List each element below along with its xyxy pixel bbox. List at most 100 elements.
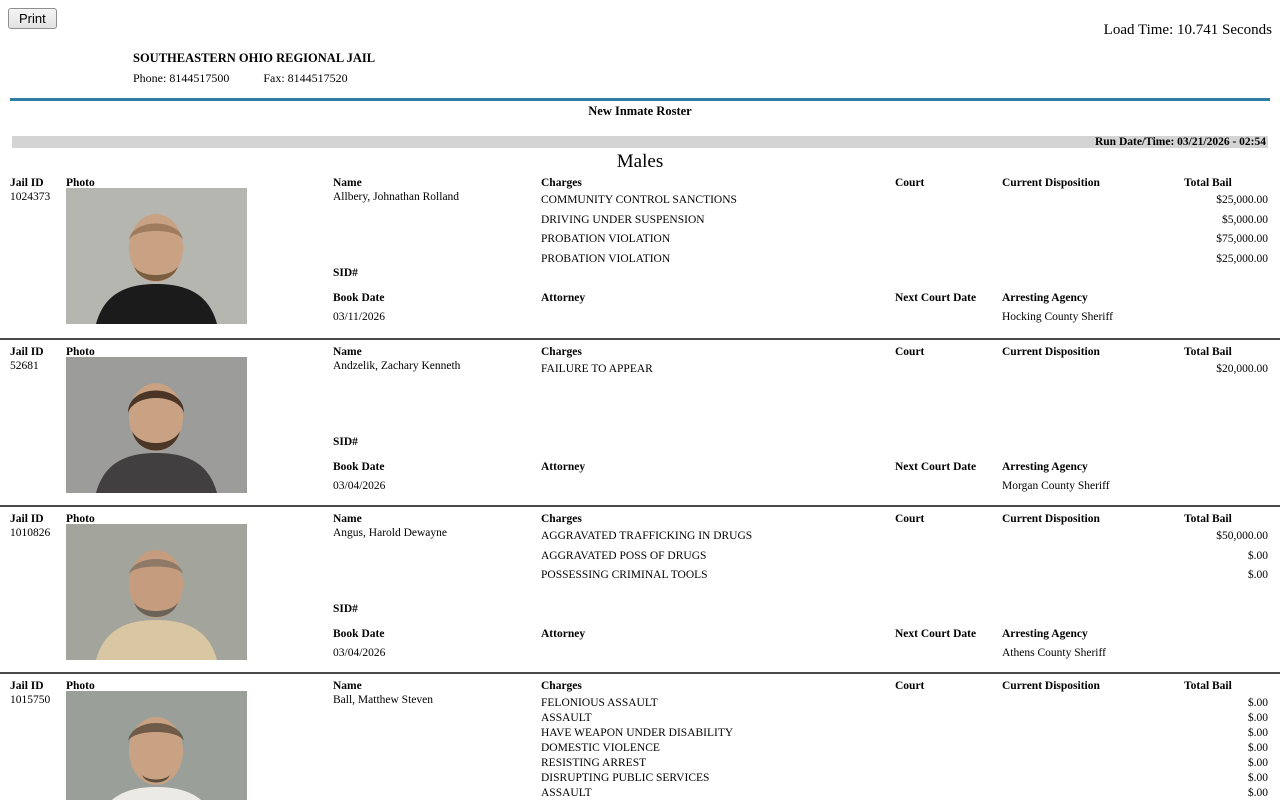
inmate-roster-page: Print Load Time: 10.741 Seconds SOUTHEAS… [0,0,1280,800]
inmate-name: Allbery, Johnathan Rolland [333,191,459,203]
charges-list: FAILURE TO APPEAR $20,000.00 [541,363,1268,383]
charge-bail: $.00 [1248,697,1268,709]
book-date-value: 03/11/2026 [333,311,385,323]
inmate-photo [66,188,247,324]
charge-line: FELONIOUS ASSAULT $.00 [541,697,1268,712]
print-button[interactable]: Print [8,8,57,29]
sid-label: SID# [333,436,358,448]
inmate-row: Jail ID Photo Name Charges Court Current… [0,338,1280,505]
next-court-date-label: Next Court Date [895,292,976,304]
arresting-agency-value: Morgan County Sheriff [1002,480,1110,492]
col-header-jail-id: Jail ID [10,680,44,692]
charge-name: AGGRAVATED TRAFFICKING IN DRUGS [541,530,752,542]
charges-list: COMMUNITY CONTROL SANCTIONS $25,000.00 D… [541,194,1268,272]
charge-line: AGGRAVATED TRAFFICKING IN DRUGS $50,000.… [541,530,1268,550]
charge-bail: $25,000.00 [1216,194,1268,206]
charge-name: FELONIOUS ASSAULT [541,697,658,709]
col-header-total-bail: Total Bail [1184,513,1232,525]
charge-bail: $.00 [1248,569,1268,581]
col-header-disposition: Current Disposition [1002,346,1100,358]
charge-line: PROBATION VIOLATION $25,000.00 [541,253,1268,273]
facility-phone: Phone: 8144517500 [133,71,229,85]
inmate-photo [66,357,247,493]
col-header-total-bail: Total Bail [1184,680,1232,692]
col-header-charges: Charges [541,177,582,189]
charge-line: DRIVING UNDER SUSPENSION $5,000.00 [541,214,1268,234]
col-header-court: Court [895,177,924,189]
charge-bail: $5,000.00 [1222,214,1268,226]
charge-line: COMMUNITY CONTROL SANCTIONS $25,000.00 [541,194,1268,214]
jail-id-value: 52681 [10,360,39,372]
charge-bail: $.00 [1248,742,1268,754]
inmate-photo [66,524,247,660]
facility-fax: Fax: 8144517520 [263,71,347,85]
col-header-name: Name [333,177,362,189]
col-header-name: Name [333,346,362,358]
charge-bail: $.00 [1248,772,1268,784]
charge-name: DOMESTIC VIOLENCE [541,742,660,754]
charge-name: FAILURE TO APPEAR [541,363,653,375]
col-header-court: Court [895,513,924,525]
charge-name: DRIVING UNDER SUSPENSION [541,214,705,226]
charge-line: ASSAULT $.00 [541,712,1268,727]
next-court-date-label: Next Court Date [895,461,976,473]
charges-list: AGGRAVATED TRAFFICKING IN DRUGS $50,000.… [541,530,1268,589]
col-header-disposition: Current Disposition [1002,680,1100,692]
col-header-disposition: Current Disposition [1002,177,1100,189]
sid-label: SID# [333,267,358,279]
charge-bail: $50,000.00 [1216,530,1268,542]
charge-name: HAVE WEAPON UNDER DISABILITY [541,727,733,739]
charge-name: PROBATION VIOLATION [541,253,670,265]
col-header-jail-id: Jail ID [10,513,44,525]
charge-line: AGGRAVATED POSS OF DRUGS $.00 [541,550,1268,570]
inmate-name: Angus, Harold Dewayne [333,527,447,539]
inmate-rows: Jail ID Photo Name Charges Court Current… [0,171,1280,800]
charge-line: DISRUPTING PUBLIC SERVICES $.00 [541,772,1268,787]
inmate-row: Jail ID Photo Name Charges Court Current… [0,171,1280,338]
report-title: New Inmate Roster [0,104,1280,119]
col-header-charges: Charges [541,513,582,525]
charge-bail: $25,000.00 [1216,253,1268,265]
charge-name: ASSAULT [541,787,592,799]
header-divider [10,98,1270,101]
charge-bail: $.00 [1248,787,1268,799]
jail-id-value: 1015750 [10,694,50,706]
charge-line: DOMESTIC VIOLENCE $.00 [541,742,1268,757]
charge-name: COMMUNITY CONTROL SANCTIONS [541,194,737,206]
charge-line: ASSAULT $.00 [541,787,1268,800]
charge-bail: $75,000.00 [1216,233,1268,245]
arresting-agency-label: Arresting Agency [1002,461,1088,473]
inmate-row: Jail ID Photo Name Charges Court Current… [0,672,1280,800]
charge-line: PROBATION VIOLATION $75,000.00 [541,233,1268,253]
attorney-label: Attorney [541,461,585,473]
col-header-name: Name [333,513,362,525]
charge-name: PROBATION VIOLATION [541,233,670,245]
section-title-males: Males [0,151,1280,173]
col-header-total-bail: Total Bail [1184,177,1232,189]
attorney-label: Attorney [541,628,585,640]
arresting-agency-value: Athens County Sheriff [1002,647,1106,659]
charge-bail: $.00 [1248,712,1268,724]
book-date-label: Book Date [333,461,384,473]
next-court-date-label: Next Court Date [895,628,976,640]
charges-list: FELONIOUS ASSAULT $.00 ASSAULT $.00 HAVE… [541,697,1268,800]
arresting-agency-label: Arresting Agency [1002,292,1088,304]
book-date-label: Book Date [333,628,384,640]
col-header-jail-id: Jail ID [10,177,44,189]
load-time-text: Load Time: 10.741 Seconds [1104,22,1272,39]
inmate-photo [66,691,247,800]
charge-name: DISRUPTING PUBLIC SERVICES [541,772,709,784]
charge-name: ASSAULT [541,712,592,724]
book-date-value: 03/04/2026 [333,647,385,659]
run-datetime-bar: Run Date/Time: 03/21/2026 - 02:54 [12,136,1268,148]
charge-line: POSSESSING CRIMINAL TOOLS $.00 [541,569,1268,589]
book-date-value: 03/04/2026 [333,480,385,492]
charge-bail: $20,000.00 [1216,363,1268,375]
charge-bail: $.00 [1248,727,1268,739]
facility-name: SOUTHEASTERN OHIO REGIONAL JAIL [133,51,375,66]
charge-line: HAVE WEAPON UNDER DISABILITY $.00 [541,727,1268,742]
arresting-agency-label: Arresting Agency [1002,628,1088,640]
col-header-charges: Charges [541,346,582,358]
col-header-jail-id: Jail ID [10,346,44,358]
jail-id-value: 1010826 [10,527,50,539]
